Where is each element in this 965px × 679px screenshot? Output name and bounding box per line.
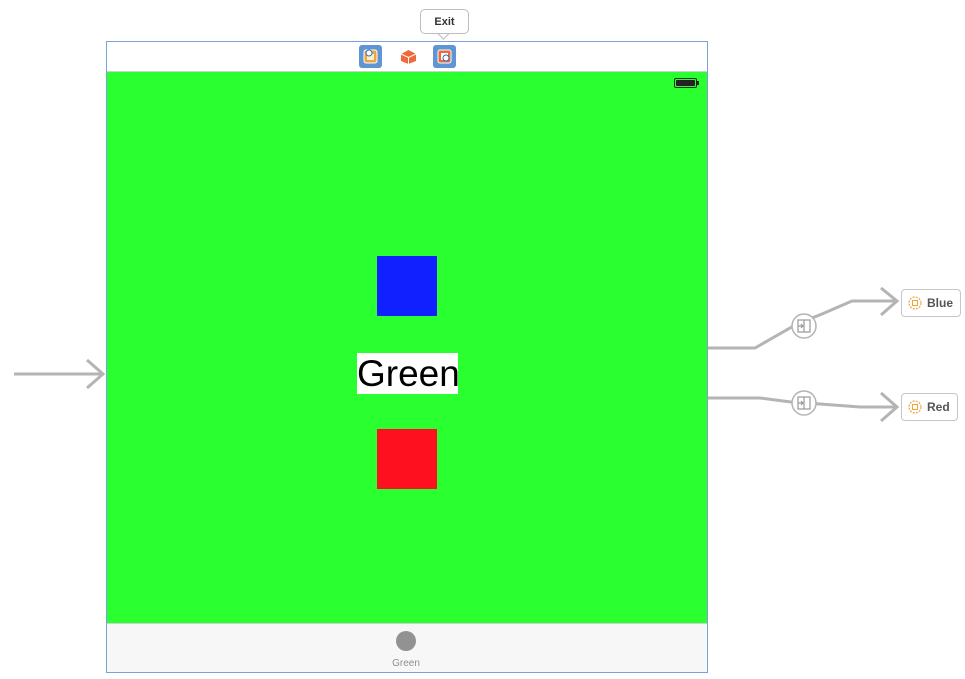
battery-icon [674, 78, 699, 88]
segue-icon[interactable] [791, 390, 817, 416]
view-controller-icon[interactable] [359, 45, 382, 68]
red-square[interactable] [377, 429, 437, 489]
tab-item-icon[interactable] [396, 631, 416, 651]
green-title-label: Green [357, 353, 460, 394]
exit-icon[interactable] [433, 45, 456, 68]
first-responder-icon[interactable] [397, 45, 420, 68]
blue-square[interactable] [377, 256, 437, 316]
green-root-view [107, 72, 707, 623]
scene-reference-label: Blue [927, 296, 954, 310]
initial-entry-arrowhead [86, 358, 106, 390]
scene-reference-blue[interactable]: Blue [901, 289, 961, 317]
exit-callout[interactable]: Exit [420, 9, 469, 34]
scene-reference-label: Red [927, 400, 950, 414]
tab-item-label[interactable]: Green [376, 658, 436, 669]
scene-reference-red[interactable]: Red [901, 393, 958, 421]
segue-arrowhead-red [880, 391, 900, 423]
segue-arrowhead-blue [880, 286, 900, 317]
exit-callout-label: Exit [434, 15, 455, 28]
scene-icon [908, 296, 922, 310]
segue-icon[interactable] [791, 313, 817, 339]
scene-icon [908, 400, 922, 414]
